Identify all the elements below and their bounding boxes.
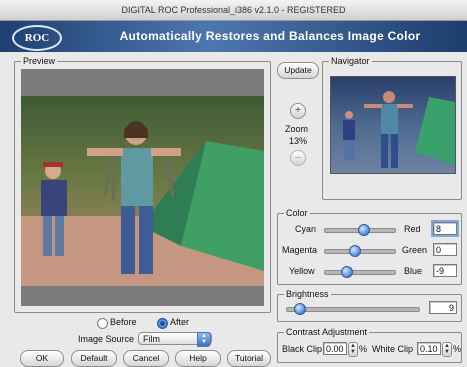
window-title-bar: DIGITAL ROC Professional_i386 v2.1.0 - R… <box>0 0 467 21</box>
ok-button[interactable]: OK <box>20 350 64 367</box>
brightness-input[interactable]: 9 <box>429 301 457 314</box>
zoom-in-button[interactable]: + <box>290 103 306 119</box>
black-clip-label: Black Clip <box>282 344 323 354</box>
blue-label: Blue <box>404 266 423 276</box>
default-button[interactable]: Default <box>71 350 117 367</box>
white-clip-label: White Clip <box>372 344 414 354</box>
black-clip-unit: % <box>359 344 368 354</box>
header-banner: ROC Automatically Restores and Balances … <box>0 21 467 52</box>
before-radio[interactable] <box>97 318 108 329</box>
yellow-blue-input[interactable]: -9 <box>433 264 457 277</box>
zoom-value: 13% <box>289 136 308 146</box>
roc-logo: ROC <box>12 25 62 51</box>
window-title: DIGITAL ROC Professional_i386 v2.1.0 - R… <box>121 5 346 15</box>
magenta-green-slider-thumb[interactable] <box>349 245 361 257</box>
after-label: After <box>170 317 190 327</box>
zoom-out-button[interactable]: – <box>290 150 306 166</box>
zoom-label: Zoom <box>285 124 309 134</box>
color-legend: Color <box>284 207 310 219</box>
cancel-button[interactable]: Cancel <box>123 350 169 367</box>
cyan-red-input[interactable]: 8 <box>431 220 459 237</box>
cyan-red-slider-thumb[interactable] <box>358 224 370 236</box>
black-clip-input[interactable]: 0.00 <box>323 342 347 355</box>
navigator-thumbnail[interactable] <box>330 76 456 174</box>
magenta-label: Magenta <box>282 245 318 255</box>
red-label: Red <box>404 224 421 234</box>
contrast-legend: Contrast Adjustment <box>284 326 370 338</box>
color-group: Color Cyan Red 8 Magenta Green 0 Yellow … <box>277 207 462 285</box>
help-button[interactable]: Help <box>175 350 221 367</box>
white-clip-unit: % <box>453 344 462 354</box>
white-clip-input[interactable]: 0.10 <box>417 342 441 355</box>
magenta-green-input[interactable]: 0 <box>433 243 457 256</box>
update-button[interactable]: Update <box>277 62 319 79</box>
image-source-value: Film <box>143 334 160 344</box>
preview-legend: Preview <box>21 55 58 67</box>
preview-photo <box>21 96 264 286</box>
yellow-blue-slider[interactable] <box>324 270 396 275</box>
black-clip-stepper[interactable]: ▲ ▼ <box>348 342 358 357</box>
image-source-label: Image Source <box>78 334 135 344</box>
contrast-group: Contrast Adjustment Black Clip 0.00 ▲ ▼ %… <box>277 326 462 363</box>
brightness-group: Brightness 9 <box>277 288 462 322</box>
after-radio[interactable] <box>157 318 168 329</box>
preview-image-area <box>21 69 264 306</box>
yellow-label: Yellow <box>289 266 315 276</box>
green-label: Green <box>402 245 428 255</box>
preview-group: Preview <box>14 55 271 313</box>
before-label: Before <box>110 317 137 327</box>
brightness-legend: Brightness <box>284 288 331 300</box>
brightness-slider[interactable] <box>286 307 420 312</box>
image-source-select[interactable]: Film ▲ ▼ <box>138 332 212 347</box>
navigator-legend: Navigator <box>329 55 372 67</box>
select-arrows-icon: ▲ ▼ <box>197 332 211 347</box>
brightness-slider-thumb[interactable] <box>294 303 306 315</box>
navigator-group: Navigator <box>322 55 462 200</box>
cyan-label: Cyan <box>295 224 317 234</box>
white-clip-stepper[interactable]: ▲ ▼ <box>442 342 452 357</box>
tutorial-button[interactable]: Tutorial <box>227 350 271 367</box>
banner-tagline: Automatically Restores and Balances Imag… <box>119 29 421 43</box>
yellow-blue-slider-thumb[interactable] <box>341 266 353 278</box>
